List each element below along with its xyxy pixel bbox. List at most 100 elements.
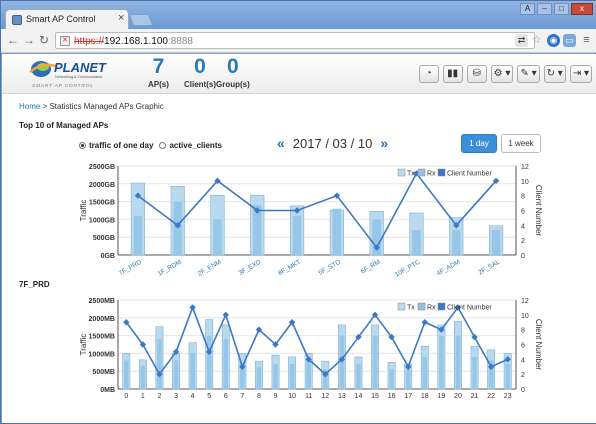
x-tick-label: 10F_PTC (394, 259, 422, 279)
legend-swatch (397, 302, 406, 311)
dashboard-gauge-icon[interactable]: ◔ (418, 65, 439, 83)
x-tick-label: 6F_RM (360, 259, 382, 276)
rx-bar (157, 339, 162, 389)
maximize-button[interactable]: □ (554, 3, 569, 15)
y-axis-label: Traffic (79, 200, 88, 222)
rx-bar (452, 230, 461, 255)
legend-label: Rx (427, 305, 436, 312)
back-icon[interactable]: ← (7, 33, 19, 47)
rx-bar (389, 369, 394, 389)
traffic-radio-label[interactable]: traffic of one day (89, 141, 153, 150)
x-tick-label: 10 (288, 393, 296, 400)
x-tick-label: 12 (321, 393, 329, 400)
browser-window: Smart AP Control × A – □ x ← → ↻ ✕ https… (0, 0, 596, 424)
page-content: PLANET Networking & Communication SMART … (2, 54, 596, 423)
breadcrumb-current: Statistics Managed APs Graphic (49, 102, 164, 111)
range-1week-button[interactable]: 1 week (501, 134, 541, 153)
rx-bar (332, 208, 342, 255)
y2-tick-label: 0 (521, 387, 525, 394)
rx-bar (356, 364, 361, 389)
y-tick-label: 1500MB (89, 334, 115, 341)
y-tick-label: 0MB (100, 387, 115, 394)
y-tick-label: 0GB (101, 253, 115, 260)
rx-bar (190, 353, 195, 389)
statistics-chart-icon[interactable]: ▮▮ (442, 65, 463, 83)
tab-title: Smart AP Control (26, 14, 96, 24)
x-tick-label: 5 (207, 393, 211, 400)
x-tick-label: 16 (388, 393, 396, 400)
x-tick-label: 13 (338, 393, 346, 400)
rx-bar (256, 367, 262, 389)
browser-toolbar: ← → ↻ ✕ https://192.168.1.100:8888 ⇄ ☆ ◉… (1, 29, 596, 53)
extension-icon[interactable]: ◉ (547, 34, 560, 47)
next-date-icon[interactable]: » (380, 135, 388, 151)
url-scheme: https:// (74, 36, 105, 47)
y-tick-label: 2500MB (89, 298, 115, 305)
new-tab-button[interactable] (128, 14, 154, 26)
rx-bar (133, 215, 143, 255)
y2-tick-label: 12 (521, 298, 529, 305)
reload-icon[interactable]: ↻ (39, 33, 49, 47)
legend-label: Client Number (447, 305, 492, 312)
rx-bar (472, 356, 477, 389)
address-bar[interactable]: ✕ https://192.168.1.100:8888 (55, 32, 535, 49)
ap-count[interactable]: 7 AP(s) (148, 54, 169, 90)
rx-bar (306, 360, 311, 389)
rx-bar (213, 219, 222, 255)
forward-icon[interactable]: → (23, 33, 35, 47)
x-tick-label: 23 (504, 393, 512, 400)
y2-tick-label: 12 (521, 164, 529, 171)
browser-tab[interactable]: Smart AP Control × (5, 9, 129, 29)
prev-date-icon[interactable]: « (277, 135, 285, 151)
metric-options: traffic of one day active_clients (79, 141, 222, 150)
legend-swatch (397, 168, 406, 177)
rx-bar (140, 365, 146, 389)
device-manage-icon[interactable]: ⛁ (466, 65, 487, 83)
legend-swatch (417, 302, 426, 311)
tools-wrench-icon[interactable]: ✎ ▾ (517, 65, 540, 83)
minimize-button[interactable]: – (537, 3, 552, 15)
close-window-button[interactable]: x (571, 3, 593, 15)
menu-icon[interactable]: ≡ (580, 34, 593, 47)
window-controls: A – □ x (520, 3, 593, 15)
y2-tick-label: 2 (521, 238, 525, 245)
x-tick-label: 11 (305, 393, 312, 400)
legend-swatch (417, 168, 426, 177)
traffic-radio[interactable] (79, 142, 86, 149)
cast-icon[interactable]: ▭ (563, 34, 576, 47)
top10-ap-chart: 0GB 500GB 1000GB 1500GB 2000GB 2500GB 0 2 4 6 8 10 1… (79, 164, 543, 279)
clients-radio[interactable] (159, 142, 167, 149)
url-port: :8888 (167, 36, 193, 47)
rx-bar (491, 230, 501, 255)
rx-bar (289, 364, 295, 389)
range-1day-button[interactable]: 1 day (461, 134, 497, 153)
header-toolbar: ◔ ▮▮ ⛁ ⚙ ▾ ✎ ▾ ↻ ▾ ⇥ ▾ (418, 65, 592, 83)
group-count[interactable]: 0 Group(s) (216, 54, 250, 90)
logout-icon[interactable]: ⇥ ▾ (569, 65, 592, 83)
rx-bar (439, 335, 444, 389)
insecure-lock-icon: ✕ (60, 36, 70, 46)
star-icon[interactable]: ☆ (530, 34, 543, 47)
profile-button[interactable]: A (520, 3, 535, 15)
y-tick-label: 1500GB (89, 200, 115, 207)
date-navigator: « 2017 / 03 / 10 » (277, 135, 388, 151)
tab-close-icon[interactable]: × (118, 12, 124, 24)
legend: Tx Rx Client Number (397, 168, 492, 178)
rx-bar (405, 369, 411, 389)
x-tick-label: 8 (257, 393, 261, 400)
x-tick-label: 2F_SAL (477, 258, 501, 276)
settings-gear-icon[interactable]: ⚙ ▾ (490, 65, 514, 83)
rx-bar (505, 364, 510, 389)
y2-tick-label: 10 (521, 313, 529, 320)
planet-logo: PLANET Networking & Communication SMART … (29, 60, 107, 89)
rx-bar (412, 230, 421, 255)
y-tick-label: 500GB (93, 235, 115, 242)
client-count[interactable]: 0 Client(s) (184, 54, 216, 90)
clients-radio-label[interactable]: active_clients (169, 141, 221, 150)
logo-subtitle: SMART AP CONTROL (32, 83, 94, 89)
breadcrumb-home-link[interactable]: Home (19, 102, 40, 111)
date-label: 2017 / 03 / 10 (292, 135, 373, 151)
url-host: 192.168.1.100 (104, 36, 168, 47)
refresh-icon[interactable]: ↻ ▾ (543, 65, 566, 83)
translate-icon[interactable]: ⇄ (515, 34, 528, 47)
